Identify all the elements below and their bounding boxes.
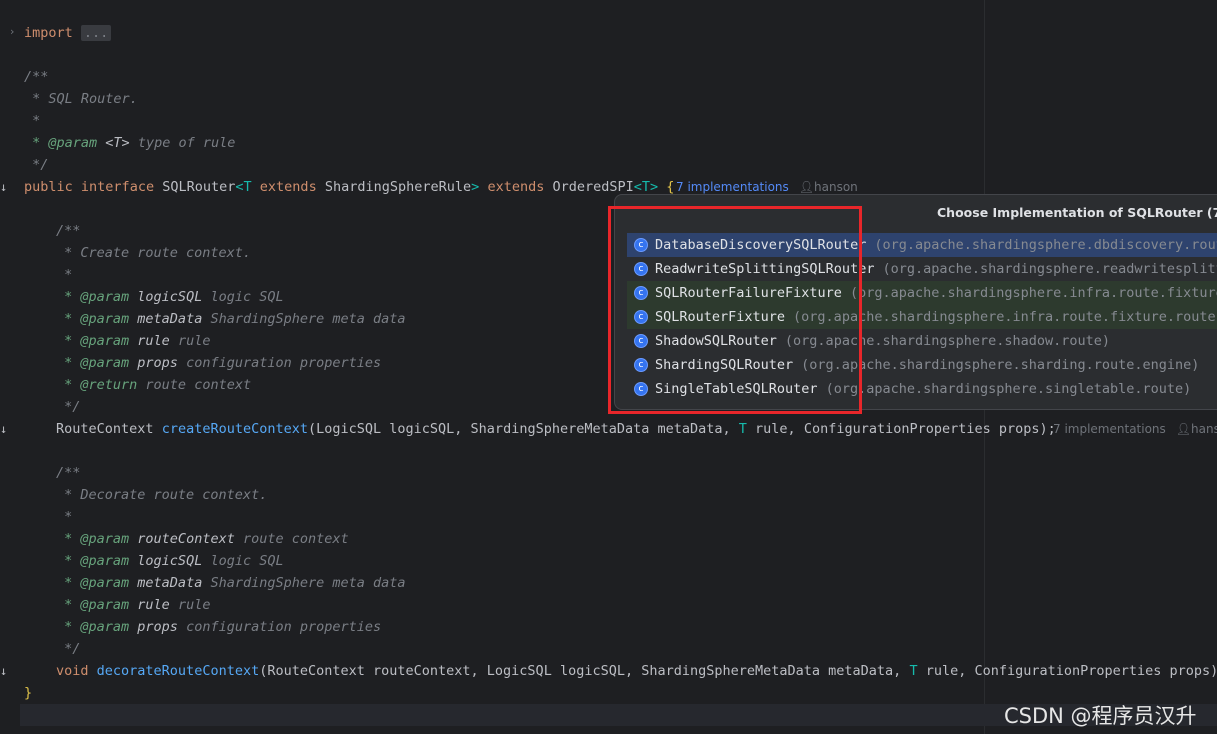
implementation-name: ShardingSQLRouter <box>655 357 794 373</box>
author-hint: hanso <box>1191 422 1217 436</box>
doc-param-line: * @param rule rule <box>56 333 211 349</box>
implementation-item[interactable]: c ReadwriteSplittingSQLRouter (org.apache… <box>627 257 1217 281</box>
implementations-link[interactable]: 7 implementations <box>1053 422 1166 436</box>
author-hint: hanson <box>814 180 858 194</box>
doc-comment-blank: * <box>56 509 73 525</box>
implementation-name: ShadowSQLRouter <box>655 333 777 349</box>
class-icon: c <box>634 382 648 396</box>
implementation-item[interactable]: c ShadowSQLRouter (org.apache.shardingsph… <box>627 329 1217 353</box>
doc-param-line: * @param <T> type of rule <box>24 135 236 151</box>
implementation-package: (org.apache.shardingsphere.readwritespli… <box>882 261 1217 277</box>
choose-implementation-popup[interactable]: Choose Implementation of SQLRouter (7 fo… <box>614 194 1217 410</box>
folded-imports[interactable]: ... <box>80 25 112 41</box>
popup-title: Choose Implementation of SQLRouter (7 fo… <box>937 205 1217 220</box>
implementation-item[interactable]: c SingleTableSQLRouter (org.apache.shardi… <box>627 377 1217 401</box>
doc-comment-desc: * SQL Router. <box>24 91 138 107</box>
implementation-item[interactable]: c DatabaseDiscoverySQLRouter (org.apache.… <box>627 233 1217 257</box>
implementation-item[interactable]: c SQLRouterFixture (org.apache.shardingsp… <box>627 305 1217 329</box>
editor-gutter[interactable] <box>0 0 20 734</box>
implemented-arrow-icon[interactable]: ↓ <box>0 422 12 436</box>
fold-chevron-icon[interactable]: › <box>10 25 14 38</box>
import-line[interactable]: import ... <box>24 22 112 44</box>
implementation-item[interactable]: c ShardingSQLRouter (org.apache.shardings… <box>627 353 1217 377</box>
class-icon: c <box>634 358 648 372</box>
implementation-name: SingleTableSQLRouter <box>655 381 818 397</box>
doc-param-line: * @param logicSQL logic SQL <box>56 553 284 569</box>
interface-name: SQLRouter <box>162 179 236 195</box>
implementation-name: SQLRouterFailureFixture <box>655 285 842 301</box>
implemented-arrow-icon[interactable]: ↓ <box>0 664 12 678</box>
doc-return-line: * @return route context <box>56 377 252 393</box>
implementation-name: SQLRouterFixture <box>655 309 786 325</box>
class-icon: c <box>634 334 648 348</box>
interface-declaration[interactable]: public interface SQLRouter<T extends Sha… <box>24 176 674 198</box>
doc-comment-close: */ <box>56 641 81 657</box>
implementation-item[interactable]: c SQLRouterFailureFixture (org.apache.sha… <box>627 281 1217 305</box>
implementation-package: (org.apache.shardingsphere.infra.route.f… <box>849 285 1217 301</box>
doc-comment-blank: * <box>56 267 73 283</box>
implementation-package: (org.apache.shardingsphere.dbdiscovery.r… <box>874 237 1217 253</box>
doc-comment-open: /** <box>56 223 81 239</box>
watermark: CSDN @程序员汉升 <box>1004 704 1197 728</box>
method-create-route-context[interactable]: RouteContext createRouteContext(LogicSQL… <box>56 418 1056 440</box>
doc-comment-open: /** <box>24 69 49 85</box>
implemented-arrow-icon[interactable]: ↓ <box>0 180 12 194</box>
implementation-list[interactable]: c DatabaseDiscoverySQLRouter (org.apache.… <box>627 233 1217 401</box>
implementation-package: (org.apache.shardingsphere.infra.route.f… <box>793 309 1217 325</box>
doc-comment-desc: * Decorate route context. <box>56 487 268 503</box>
doc-comment-close: */ <box>56 399 81 415</box>
class-icon: c <box>634 310 648 324</box>
doc-param-line: * @param metaData ShardingSphere meta da… <box>56 575 406 591</box>
method-inlay-hint[interactable]: 7 implementations 👤︎hanso <box>1053 418 1217 440</box>
import-keyword: import <box>24 25 73 41</box>
doc-param-line: * @param metaData ShardingSphere meta da… <box>56 311 406 327</box>
method-name: createRouteContext <box>161 421 308 437</box>
implementation-package: (org.apache.shardingsphere.shadow.route) <box>784 333 1111 349</box>
class-icon: c <box>634 262 648 276</box>
closing-brace: } <box>24 685 33 701</box>
implementation-name: DatabaseDiscoverySQLRouter <box>655 237 867 253</box>
class-icon: c <box>634 286 648 300</box>
doc-comment-desc: * Create route context. <box>56 245 252 261</box>
doc-comment-open: /** <box>56 465 81 481</box>
doc-param-line: * @param rule rule <box>56 597 211 613</box>
implementation-package: (org.apache.shardingsphere.singletable.r… <box>825 381 1192 397</box>
method-name: decorateRouteContext <box>96 663 260 679</box>
doc-param-line: * @param props configuration properties <box>56 619 382 635</box>
doc-comment-close: */ <box>24 157 49 173</box>
class-icon: c <box>634 238 648 252</box>
doc-param-line: * @param props configuration properties <box>56 355 382 371</box>
doc-param-line: * @param routeContext route context <box>56 531 349 547</box>
person-icon: 👤︎ <box>798 180 815 194</box>
implementation-package: (org.apache.shardingsphere.sharding.rout… <box>801 357 1200 373</box>
implementation-name: ReadwriteSplittingSQLRouter <box>655 261 875 277</box>
doc-param-line: * @param logicSQL logic SQL <box>56 289 284 305</box>
doc-comment-blank: * <box>24 113 41 129</box>
method-decorate-route-context[interactable]: void decorateRouteContext(RouteContext r… <box>56 660 1217 682</box>
person-icon: 👤︎ <box>1175 422 1192 436</box>
implementations-link[interactable]: 7 implementations <box>676 180 789 194</box>
